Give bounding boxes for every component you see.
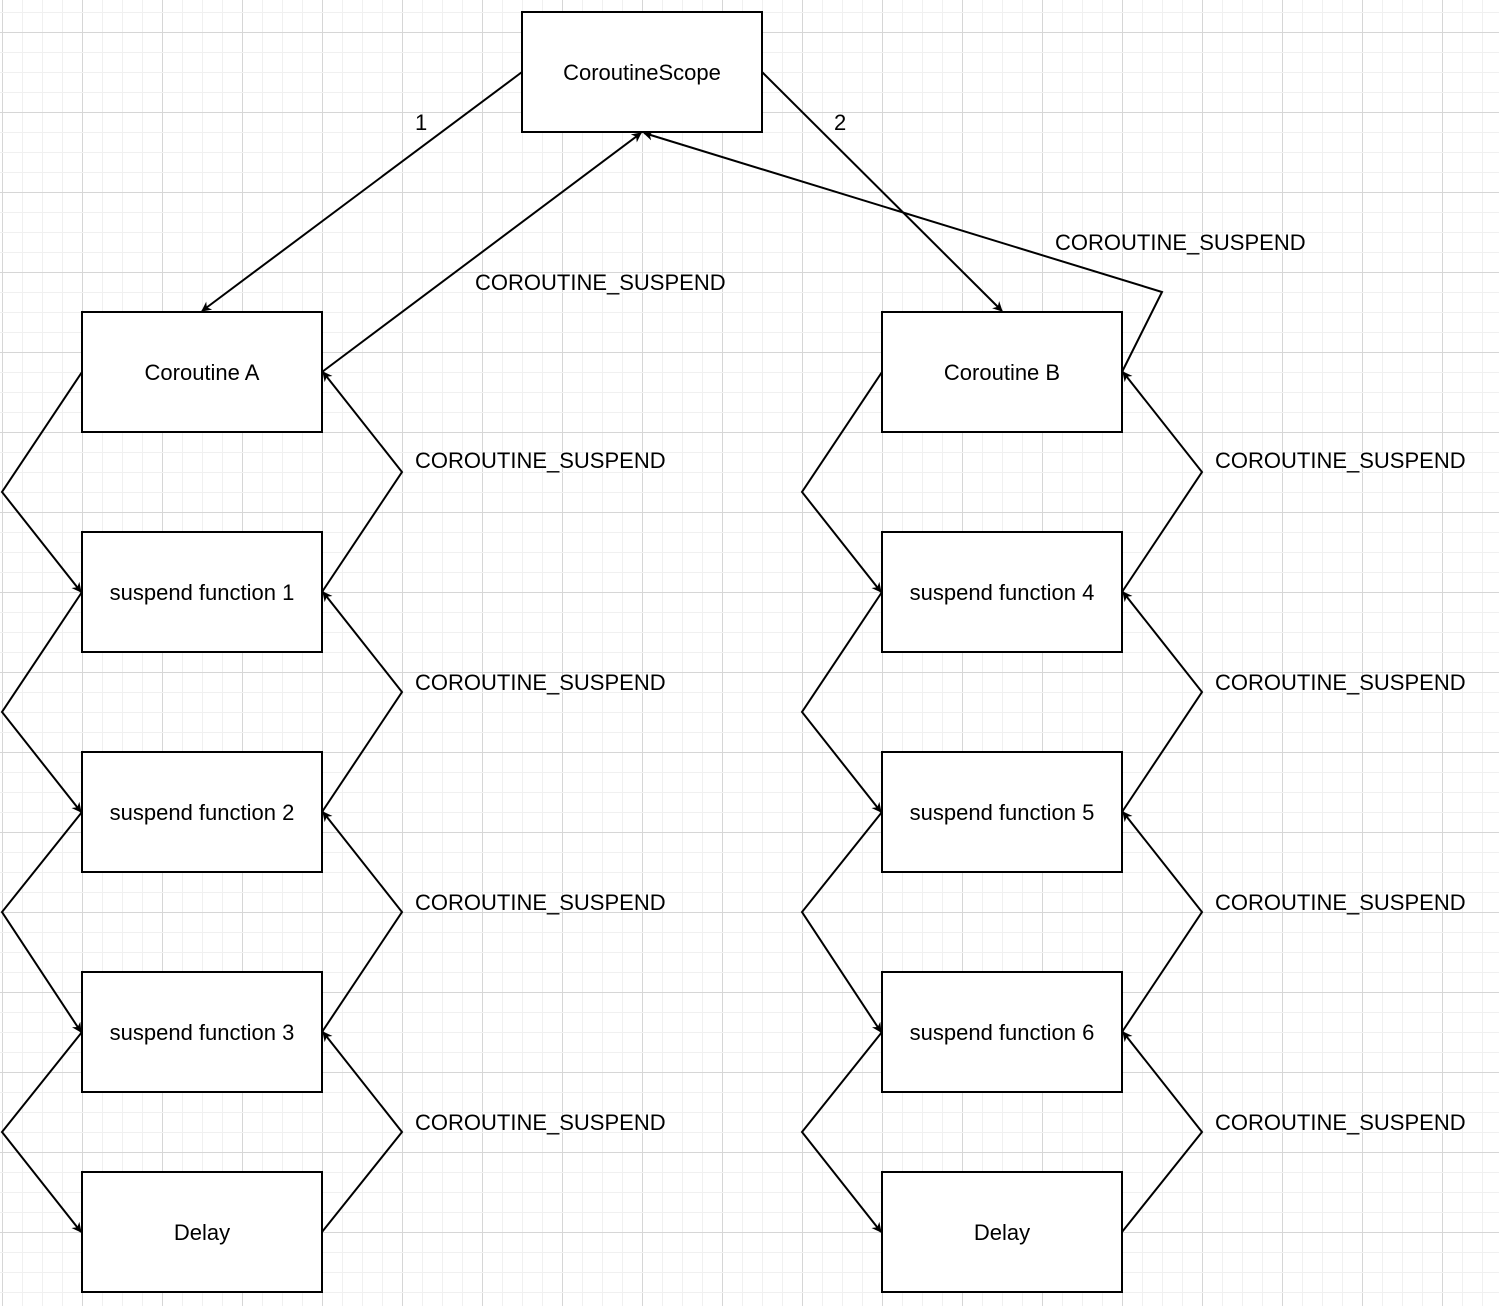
edge-label: COROUTINE_SUSPEND — [1055, 230, 1306, 255]
node-suspend-function-5[interactable]: suspend function 5 — [881, 751, 1123, 873]
node-delay-label: Delay — [174, 1220, 230, 1245]
edge-label: 1 — [415, 110, 427, 135]
node-suspend-function-3[interactable]: suspend function 3 — [81, 971, 323, 1093]
node-suspend-function-5-label: suspend function 5 — [910, 800, 1095, 825]
edge-label: COROUTINE_SUSPEND — [475, 270, 726, 295]
node-suspend-function-3-label: suspend function 3 — [110, 1020, 295, 1045]
node-coroutine-a[interactable]: Coroutine A — [81, 311, 323, 433]
node-suspend-function-6[interactable]: suspend function 6 — [881, 971, 1123, 1093]
edge-label: COROUTINE_SUSPEND — [415, 1110, 666, 1135]
edge-label: 2 — [834, 110, 846, 135]
node-suspend-function-4[interactable]: suspend function 4 — [881, 531, 1123, 653]
edge-label: COROUTINE_SUSPEND — [415, 890, 666, 915]
edge-label: COROUTINE_SUSPEND — [1215, 890, 1466, 915]
edge-label: COROUTINE_SUSPEND — [415, 448, 666, 473]
node-coroutine-b-label: Coroutine B — [944, 360, 1060, 385]
diagram-canvas: CoroutineScope Coroutine A suspend functio… — [0, 0, 1499, 1306]
node-coroutine-scope[interactable]: CoroutineScope — [521, 11, 763, 133]
node-delay[interactable]: Delay — [81, 1171, 323, 1293]
node-delay-label: Delay — [974, 1220, 1030, 1245]
node-suspend-function-1[interactable]: suspend function 1 — [81, 531, 323, 653]
node-coroutine-a-label: Coroutine A — [145, 360, 260, 385]
node-suspend-function-2-label: suspend function 2 — [110, 800, 295, 825]
edge-label: COROUTINE_SUSPEND — [415, 670, 666, 695]
node-coroutine-b[interactable]: Coroutine B — [881, 311, 1123, 433]
node-coroutine-scope-label: CoroutineScope — [563, 60, 721, 85]
node-suspend-function-2[interactable]: suspend function 2 — [81, 751, 323, 873]
edge-label: COROUTINE_SUSPEND — [1215, 448, 1466, 473]
node-suspend-function-1-label: suspend function 1 — [110, 580, 295, 605]
edge-label: COROUTINE_SUSPEND — [1215, 670, 1466, 695]
node-delay[interactable]: Delay — [881, 1171, 1123, 1293]
edge-label: COROUTINE_SUSPEND — [1215, 1110, 1466, 1135]
node-suspend-function-6-label: suspend function 6 — [910, 1020, 1095, 1045]
node-suspend-function-4-label: suspend function 4 — [910, 580, 1095, 605]
